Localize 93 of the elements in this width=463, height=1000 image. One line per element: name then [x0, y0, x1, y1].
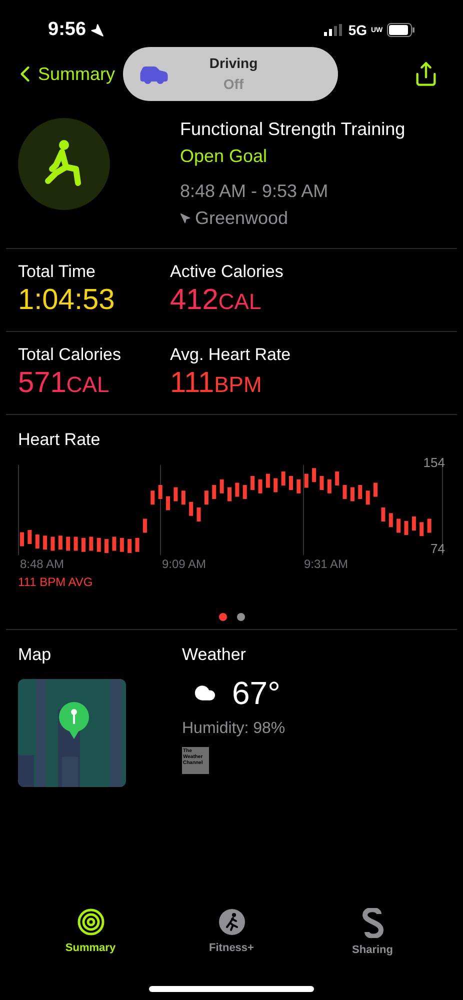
time-label: 8:48 AM [20, 556, 64, 572]
heart-rate-bar [266, 473, 270, 488]
heart-rate-bar [166, 496, 170, 510]
heart-rate-bar [327, 478, 332, 493]
heart-rate-bar [296, 478, 301, 493]
stat-label: Total Calories [18, 344, 122, 366]
workout-time-range: 8:48 AM - 9:53 AM [180, 180, 330, 203]
heart-rate-bar [366, 490, 370, 504]
axis-max-label: 154 [423, 454, 445, 472]
heart-rate-bar [274, 478, 278, 492]
heart-rate-bar [58, 535, 62, 550]
heart-rate-bar [181, 490, 186, 504]
heart-rate-bar [281, 471, 286, 485]
focus-state: Off [223, 75, 244, 94]
tab-item[interactable]: Sharing [332, 908, 412, 958]
stat-value: 111BPM [170, 366, 263, 401]
heart-rate-bar [220, 478, 224, 493]
heart-rate-bar [228, 486, 232, 501]
heart-rate-bar [427, 518, 432, 532]
time-label: 9:09 AM [162, 556, 206, 572]
signal-icon [324, 24, 344, 36]
heart-rate-bar [250, 476, 255, 490]
heart-rate-bar [388, 512, 393, 527]
heart-rate-bar [204, 490, 208, 504]
tab-item[interactable]: Summary [50, 908, 130, 958]
stat-value: 1:04:53 [18, 283, 116, 317]
heart-rate-bar [35, 534, 40, 548]
back-button[interactable]: Summary [12, 60, 116, 88]
workout-title: Functional Strength Training [180, 118, 406, 141]
stat-value: 571CAL [18, 366, 110, 401]
runner-icon [218, 908, 246, 936]
axis-min-label: 74 [430, 540, 445, 558]
heart-rate-bar [312, 468, 316, 482]
heart-rate-bar [412, 516, 416, 530]
location-arrow-icon [90, 23, 104, 37]
heart-rate-bar [50, 536, 55, 550]
heart-rate-bar [66, 536, 70, 550]
network-label: 5G [348, 20, 367, 40]
heart-rate-bar [150, 490, 155, 504]
heart-rate-bar [396, 518, 401, 532]
stat-value: 412CAL [170, 283, 262, 318]
heart-rate-bar [381, 507, 386, 521]
heart-rate-bar [43, 535, 48, 550]
temperature: 67° [232, 674, 280, 713]
heart-rate-bar [89, 536, 94, 550]
heart-rate-bar [212, 484, 216, 498]
stat-label: Total Time [18, 261, 96, 283]
heart-rate-bar [142, 518, 147, 532]
heart-rate-bar [120, 537, 124, 552]
focus-title: Driving [209, 54, 258, 73]
heart-rate-bar [242, 484, 247, 498]
clock-time: 9:56 [48, 18, 86, 42]
rings-icon [76, 908, 104, 936]
heart-rate-bar [96, 537, 101, 552]
heart-rate-bar [358, 484, 362, 498]
stat-label: Avg. Heart Rate [170, 344, 292, 366]
heart-rate-bar [374, 482, 378, 496]
time-label: 9:31 AM [304, 556, 348, 572]
location-arrow-icon [180, 213, 191, 224]
heart-rate-bar [342, 484, 347, 498]
workout-location: Greenwood [195, 207, 288, 230]
heart-rate-bar [404, 520, 408, 534]
heart-rate-bar [174, 486, 178, 501]
heart-rate-bar [128, 538, 132, 552]
workout-goal: Open Goal [180, 145, 268, 168]
heart-rate-bar [304, 473, 308, 488]
heart-rate-bar [235, 482, 240, 496]
weather-title: Weather [182, 644, 247, 666]
heart-rate-bar [350, 486, 354, 501]
heart-rate-bar [112, 536, 116, 550]
map-title: Map [18, 644, 52, 666]
heart-rate-bar [258, 478, 262, 493]
heart-rate-bar [104, 538, 109, 552]
heart-rate-bar [81, 537, 86, 552]
heart-rate-bar [335, 471, 340, 485]
heart-rate-bar [196, 507, 201, 521]
average-heart-rate: 111 BPM AVG [18, 574, 93, 590]
heart-rate-bar [20, 532, 24, 546]
chart-title: Heart Rate [18, 429, 102, 451]
stat-label: Active Calories [170, 261, 284, 283]
heart-rate-bar [74, 536, 78, 550]
sharing-icon [360, 908, 384, 938]
tab-item[interactable]: Fitness+ [192, 908, 272, 958]
heart-rate-bar [288, 476, 293, 490]
heart-rate-bar [135, 537, 140, 552]
battery-icon [387, 23, 415, 37]
heart-rate-bar [420, 522, 424, 536]
humidity: Humidity: 98% [182, 719, 286, 739]
heart-rate-bar [189, 501, 194, 516]
focus-pill[interactable]: Driving Off [123, 47, 338, 101]
heart-rate-bar [158, 484, 162, 498]
heart-rate-bar [28, 530, 32, 544]
heart-rate-bar [320, 476, 324, 490]
